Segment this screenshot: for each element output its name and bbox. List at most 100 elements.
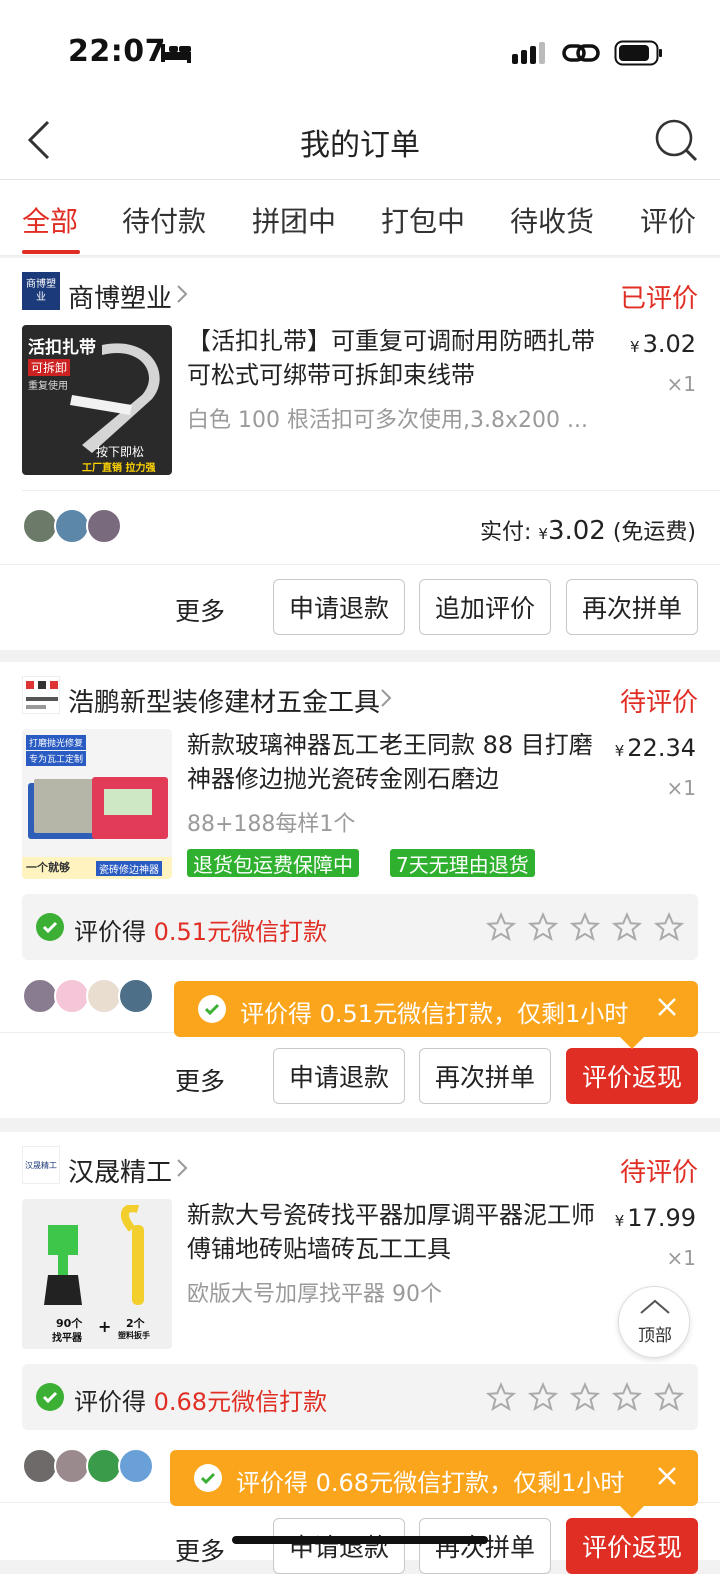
product-spec: 白色 100 根活扣可多次使用,3.8x200 ...: [187, 408, 588, 433]
review-reward-text: 评价得 0.51元微信打款: [74, 918, 328, 946]
product-price: ¥17.99: [614, 1204, 696, 1232]
tab-to-receive[interactable]: 待收货: [510, 200, 594, 240]
tooltip-pointer: [620, 1506, 644, 1518]
badge-free-return-shipping: 退货包运费保障中: [187, 849, 359, 877]
star-icon[interactable]: [528, 912, 558, 942]
avatar: [54, 978, 90, 1014]
star-icon[interactable]: [570, 912, 600, 942]
product-spec: 欧版大号加厚找平器 90个: [187, 1282, 442, 1307]
chevron-right-icon: [177, 1159, 188, 1177]
order-card: 汉晟精工 汉晟精工 待评价 90个 找平器 + 2个 塑料扳手 新款大号瓷砖找平…: [0, 1132, 720, 1574]
product-title[interactable]: 【活扣扎带】可重复可调耐用防晒扎带可松式可绑带可拆卸束线带: [187, 324, 607, 392]
avatar: [54, 508, 90, 544]
link-icon: [562, 44, 600, 62]
home-indicator: [232, 1536, 488, 1544]
more-button[interactable]: 更多: [175, 592, 225, 628]
product-quantity: ×1: [666, 776, 696, 800]
product-price: ¥3.02: [630, 330, 696, 358]
paid-summary: 实付: ¥3.02 (免运费): [479, 516, 696, 546]
product-price: ¥22.34: [614, 734, 696, 762]
store-name[interactable]: 浩鹏新型装修建材五金工具: [68, 682, 380, 719]
refund-button[interactable]: 申请退款: [273, 1048, 405, 1104]
order-card: 浩鹏新型装修建材五金工具 待评价 打磨抛光修复 专为瓦工定制 一个就够 瓷砖修边…: [0, 662, 720, 1118]
avatar: [86, 508, 122, 544]
product-pad-grey: [34, 779, 94, 833]
avatar: [86, 978, 122, 1014]
star-rating[interactable]: [486, 912, 684, 942]
cashback-tooltip-text: 评价得 0.51元微信打款，仅剩1小时: [240, 1000, 629, 1028]
store-name[interactable]: 商博塑业: [68, 278, 172, 315]
order-tabs: 全部 待付款 拼团中 打包中 待收货 评价: [0, 180, 720, 256]
refund-button[interactable]: 申请退款: [273, 1518, 405, 1574]
status-bar: 22:07: [0, 0, 720, 100]
avatar: [118, 978, 154, 1014]
wechat-pay-icon: [194, 1464, 222, 1492]
review-cashback-button[interactable]: 评价返现: [566, 1518, 698, 1574]
page-title: 我的订单: [300, 128, 420, 163]
store-name[interactable]: 汉晟精工: [68, 1152, 172, 1189]
battery-icon: [614, 40, 662, 66]
status-time: 22:07: [68, 34, 166, 69]
wechat-pay-icon: [36, 1383, 64, 1411]
chevron-right-icon: [381, 689, 392, 707]
cashback-tooltip: 评价得 0.68元微信打款，仅剩1小时: [170, 1450, 698, 1506]
chevron-up-icon: [640, 1299, 670, 1314]
order-status: 待评价: [619, 688, 698, 718]
close-icon[interactable]: [654, 1463, 680, 1489]
tab-packing[interactable]: 打包中: [381, 200, 465, 240]
bed-icon: [161, 44, 191, 63]
wechat-pay-icon: [198, 995, 226, 1023]
product-quantity: ×1: [666, 1246, 696, 1270]
star-icon[interactable]: [528, 1382, 558, 1412]
group-avatars: [22, 978, 172, 1014]
close-icon[interactable]: [654, 994, 680, 1020]
order-card: 商博塑业 商博塑业 已评价 活扣扎带 可拆卸 重复使用 按下即松 工厂直销 拉力…: [0, 258, 720, 650]
product-title[interactable]: 新款玻璃神器瓦工老王同款 88 目打磨神器修边抛光瓷砖金刚石磨边: [187, 728, 607, 796]
add-review-button[interactable]: 追加评价: [419, 579, 551, 635]
star-icon[interactable]: [486, 912, 516, 942]
tab-group-buy[interactable]: 拼团中: [252, 200, 336, 240]
cashback-tooltip-text: 评价得 0.68元微信打款，仅剩1小时: [236, 1469, 625, 1497]
product-image[interactable]: 打磨抛光修复 专为瓦工定制 一个就够 瓷砖修边神器: [22, 729, 172, 879]
tab-review[interactable]: 评价: [640, 200, 696, 240]
review-reward-strip[interactable]: 评价得 0.68元微信打款: [22, 1364, 698, 1430]
tab-indicator: [22, 250, 80, 254]
more-button[interactable]: 更多: [175, 1532, 225, 1568]
buy-again-button[interactable]: 再次拼单: [419, 1518, 551, 1574]
review-cashback-button[interactable]: 评价返现: [566, 1048, 698, 1104]
review-reward-strip[interactable]: 评价得 0.51元微信打款: [22, 894, 698, 960]
star-icon[interactable]: [570, 1382, 600, 1412]
refund-button[interactable]: 申请退款: [273, 579, 405, 635]
star-icon[interactable]: [612, 1382, 642, 1412]
star-rating[interactable]: [486, 1382, 684, 1412]
tab-all[interactable]: 全部: [22, 200, 78, 240]
order-status: 待评价: [619, 1158, 698, 1188]
cashback-tooltip: 评价得 0.51元微信打款，仅剩1小时: [174, 981, 698, 1037]
buy-again-button[interactable]: 再次拼单: [566, 579, 698, 635]
tab-pending-payment[interactable]: 待付款: [122, 200, 206, 240]
star-icon[interactable]: [612, 912, 642, 942]
back-to-top-button[interactable]: 顶部: [618, 1286, 690, 1358]
tooltip-pointer: [620, 1037, 644, 1049]
store-logo: [22, 676, 60, 714]
product-spec: 88+188每样1个: [187, 812, 356, 837]
divider: [22, 490, 720, 491]
avatar: [22, 1448, 58, 1484]
nav-bar: 我的订单: [0, 100, 720, 180]
product-image[interactable]: 90个 找平器 + 2个 塑料扳手: [22, 1199, 172, 1349]
cable-tie-illustration: [70, 343, 160, 453]
divider: [0, 564, 720, 565]
star-icon[interactable]: [486, 1382, 516, 1412]
avatar: [86, 1448, 122, 1484]
avatar: [22, 978, 58, 1014]
star-icon[interactable]: [654, 1382, 684, 1412]
product-image[interactable]: 活扣扎带 可拆卸 重复使用 按下即松 工厂直销 拉力强: [22, 325, 172, 475]
search-icon[interactable]: [654, 118, 698, 162]
group-avatars: [22, 508, 172, 544]
chevron-right-icon: [177, 285, 188, 303]
buy-again-button[interactable]: 再次拼单: [419, 1048, 551, 1104]
product-title[interactable]: 新款大号瓷砖找平器加厚调平器泥工师傅铺地砖贴墙砖瓦工工具: [187, 1198, 607, 1266]
more-button[interactable]: 更多: [175, 1062, 225, 1098]
star-icon[interactable]: [654, 912, 684, 942]
store-logo: 商博塑业: [22, 272, 60, 310]
